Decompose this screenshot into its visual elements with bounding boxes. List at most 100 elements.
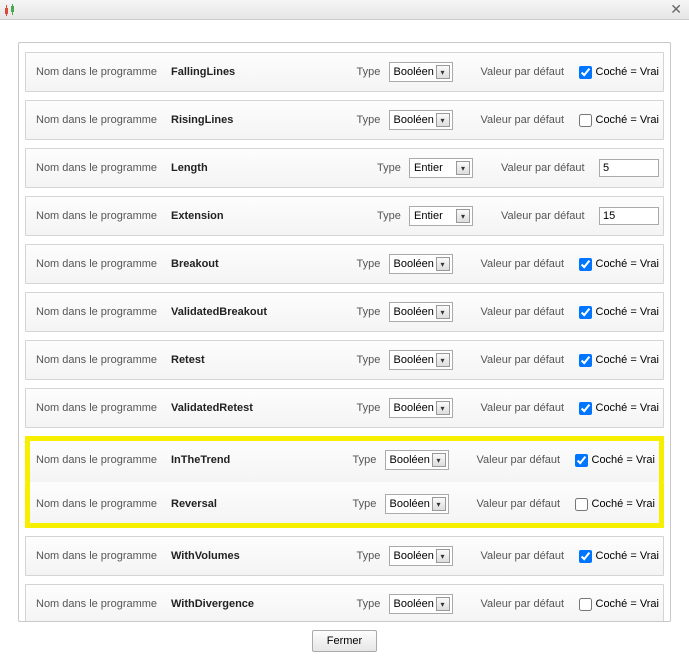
chevron-down-icon[interactable]: ▾ bbox=[436, 305, 450, 319]
default-value-input[interactable] bbox=[599, 159, 659, 177]
name-value: ValidatedBreakout bbox=[171, 306, 357, 318]
default-label: Valeur par défaut bbox=[481, 306, 579, 318]
chevron-down-icon[interactable]: ▾ bbox=[432, 453, 446, 467]
type-select-value: Booléen bbox=[394, 402, 434, 414]
default-checkbox[interactable]: Coché = Vrai bbox=[579, 258, 660, 271]
chevron-down-icon[interactable]: ▾ bbox=[436, 597, 450, 611]
name-label: Nom dans le programme bbox=[36, 498, 171, 510]
name-value: WithVolumes bbox=[171, 550, 357, 562]
parameters-panel: Nom dans le programmeFallingLinesTypeBoo… bbox=[18, 42, 671, 622]
type-select[interactable]: Booléen▾ bbox=[385, 494, 449, 514]
app-icon bbox=[4, 4, 18, 16]
type-select[interactable]: Booléen▾ bbox=[389, 594, 453, 614]
type-select[interactable]: Booléen▾ bbox=[389, 110, 453, 130]
default-checkbox-label: Coché = Vrai bbox=[596, 66, 660, 78]
type-label: Type bbox=[357, 402, 389, 414]
default-label: Valeur par défaut bbox=[477, 498, 575, 510]
type-select[interactable]: Booléen▾ bbox=[389, 62, 453, 82]
default-checkbox[interactable]: Coché = Vrai bbox=[579, 550, 660, 563]
default-label: Valeur par défaut bbox=[481, 66, 579, 78]
type-select[interactable]: Booléen▾ bbox=[389, 254, 453, 274]
chevron-down-icon[interactable]: ▾ bbox=[436, 549, 450, 563]
default-checkbox[interactable]: Coché = Vrai bbox=[575, 498, 656, 511]
parameter-row: Nom dans le programmeInTheTrendTypeBoolé… bbox=[25, 436, 664, 482]
parameter-row: Nom dans le programmeBreakoutTypeBooléen… bbox=[25, 244, 664, 284]
chevron-down-icon[interactable]: ▾ bbox=[456, 209, 470, 223]
default-checkbox[interactable]: Coché = Vrai bbox=[579, 114, 660, 127]
default-checkbox[interactable]: Coché = Vrai bbox=[579, 402, 660, 415]
type-select[interactable]: Entier ▾ bbox=[409, 158, 473, 178]
default-checkbox-input[interactable] bbox=[575, 498, 588, 511]
default-label: Valeur par défaut bbox=[481, 550, 579, 562]
chevron-down-icon[interactable]: ▾ bbox=[436, 401, 450, 415]
type-label: Type bbox=[357, 550, 389, 562]
name-value: Extension bbox=[171, 210, 377, 222]
type-select-value: Entier bbox=[414, 210, 443, 222]
default-checkbox[interactable]: Coché = Vrai bbox=[579, 354, 660, 367]
name-label: Nom dans le programme bbox=[36, 258, 171, 270]
type-select-value: Booléen bbox=[394, 258, 434, 270]
type-select[interactable]: Entier ▾ bbox=[409, 206, 473, 226]
type-label: Type bbox=[357, 306, 389, 318]
type-select-value: Booléen bbox=[394, 598, 434, 610]
default-checkbox-input[interactable] bbox=[579, 66, 592, 79]
default-checkbox-input[interactable] bbox=[579, 114, 592, 127]
default-checkbox-input[interactable] bbox=[579, 258, 592, 271]
default-checkbox-label: Coché = Vrai bbox=[596, 598, 660, 610]
type-select-value: Booléen bbox=[394, 66, 434, 78]
type-select[interactable]: Booléen▾ bbox=[389, 546, 453, 566]
window-close-icon[interactable]: ✕ bbox=[667, 1, 685, 18]
default-checkbox-input[interactable] bbox=[579, 306, 592, 319]
name-label: Nom dans le programme bbox=[36, 114, 171, 126]
type-select[interactable]: Booléen▾ bbox=[389, 398, 453, 418]
default-checkbox-label: Coché = Vrai bbox=[592, 498, 656, 510]
default-label: Valeur par défaut bbox=[477, 454, 575, 466]
type-select-value: Booléen bbox=[390, 454, 430, 466]
name-label: Nom dans le programme bbox=[36, 454, 171, 466]
parameter-row: Nom dans le programmeLengthTypeEntier▾Va… bbox=[25, 148, 664, 188]
parameter-row: Nom dans le programmeWithVolumesTypeBool… bbox=[25, 536, 664, 576]
type-select[interactable]: Booléen▾ bbox=[389, 350, 453, 370]
chevron-down-icon[interactable]: ▾ bbox=[436, 65, 450, 79]
default-checkbox-input[interactable] bbox=[579, 402, 592, 415]
type-select[interactable]: Booléen▾ bbox=[389, 302, 453, 322]
name-label: Nom dans le programme bbox=[36, 402, 171, 414]
default-label: Valeur par défaut bbox=[481, 258, 579, 270]
type-select[interactable]: Booléen▾ bbox=[385, 450, 449, 470]
chevron-down-icon[interactable]: ▾ bbox=[432, 497, 446, 511]
default-checkbox[interactable]: Coché = Vrai bbox=[575, 454, 656, 467]
name-label: Nom dans le programme bbox=[36, 550, 171, 562]
parameter-row: Nom dans le programmeExtensionTypeEntier… bbox=[25, 196, 664, 236]
default-checkbox-input[interactable] bbox=[579, 598, 592, 611]
default-label: Valeur par défaut bbox=[481, 598, 579, 610]
close-button[interactable]: Fermer bbox=[312, 630, 377, 652]
default-checkbox-input[interactable] bbox=[579, 550, 592, 563]
chevron-down-icon[interactable]: ▾ bbox=[456, 161, 470, 175]
default-checkbox-input[interactable] bbox=[579, 354, 592, 367]
default-checkbox-label: Coché = Vrai bbox=[596, 258, 660, 270]
default-value-input[interactable] bbox=[599, 207, 659, 225]
parameter-row: Nom dans le programmeRisingLinesTypeBool… bbox=[25, 100, 664, 140]
parameter-row: Nom dans le programmeReversalTypeBooléen… bbox=[25, 482, 664, 528]
name-value: Retest bbox=[171, 354, 357, 366]
type-select-value: Booléen bbox=[394, 114, 434, 126]
default-checkbox-label: Coché = Vrai bbox=[596, 306, 660, 318]
type-select-value: Booléen bbox=[394, 550, 434, 562]
parameter-row: Nom dans le programmeRetestTypeBooléen▾V… bbox=[25, 340, 664, 380]
chevron-down-icon[interactable]: ▾ bbox=[436, 353, 450, 367]
type-select-value: Entier bbox=[414, 162, 443, 174]
name-label: Nom dans le programme bbox=[36, 66, 171, 78]
type-label: Type bbox=[357, 354, 389, 366]
default-checkbox[interactable]: Coché = Vrai bbox=[579, 598, 660, 611]
chevron-down-icon[interactable]: ▾ bbox=[436, 113, 450, 127]
parameter-row: Nom dans le programmeValidatedBreakoutTy… bbox=[25, 292, 664, 332]
default-checkbox[interactable]: Coché = Vrai bbox=[579, 66, 660, 79]
parameter-row: Nom dans le programmeFallingLinesTypeBoo… bbox=[25, 52, 664, 92]
type-label: Type bbox=[357, 598, 389, 610]
default-checkbox[interactable]: Coché = Vrai bbox=[579, 306, 660, 319]
default-label: Valeur par défaut bbox=[481, 354, 579, 366]
chevron-down-icon[interactable]: ▾ bbox=[436, 257, 450, 271]
type-select-value: Booléen bbox=[394, 354, 434, 366]
default-checkbox-input[interactable] bbox=[575, 454, 588, 467]
parameter-row: Nom dans le programmeValidatedRetestType… bbox=[25, 388, 664, 428]
